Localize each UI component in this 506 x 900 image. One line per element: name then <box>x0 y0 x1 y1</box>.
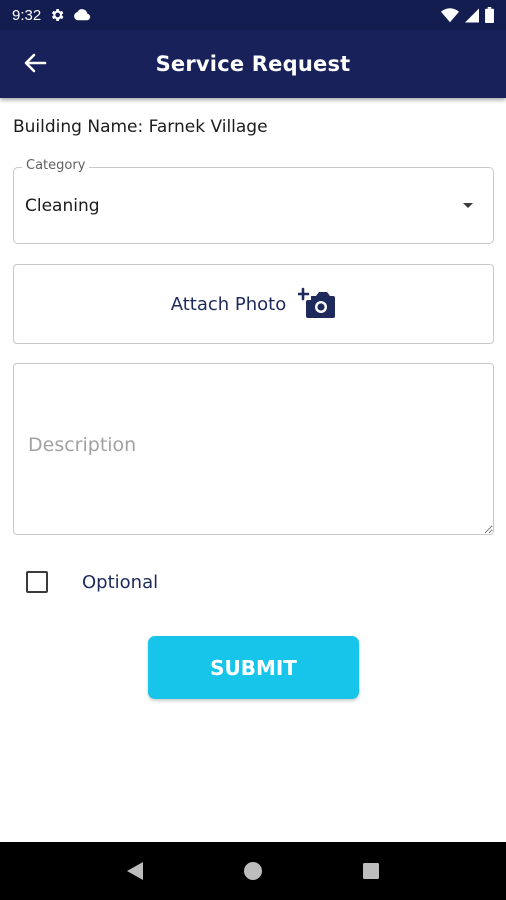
submit-button[interactable]: SUBMIT <box>148 636 359 699</box>
nav-home-button[interactable] <box>233 851 273 891</box>
nav-recents-icon <box>363 863 379 879</box>
category-value: Cleaning <box>25 196 100 216</box>
status-right <box>441 7 494 23</box>
nav-home-icon <box>244 862 262 880</box>
status-left: 9:32 <box>12 7 91 24</box>
nav-back-button[interactable] <box>115 851 155 891</box>
nav-recents-button[interactable] <box>351 851 391 891</box>
optional-checkbox[interactable] <box>26 571 48 593</box>
system-nav-bar <box>0 842 506 900</box>
building-name: Building Name: Farnek Village <box>13 117 268 137</box>
category-label: Category <box>22 158 90 173</box>
description-field[interactable] <box>13 363 494 535</box>
description-input[interactable] <box>14 364 493 534</box>
settings-icon <box>49 7 65 23</box>
status-bar: 9:32 <box>0 0 506 30</box>
page-title: Service Request <box>155 52 351 76</box>
status-time: 9:32 <box>12 6 42 24</box>
attach-photo-button[interactable]: Attach Photo <box>13 264 494 344</box>
cloud-icon <box>73 8 91 22</box>
wifi-icon <box>441 7 459 23</box>
nav-back-icon <box>127 862 143 880</box>
back-button[interactable] <box>18 50 52 80</box>
optional-label: Optional <box>82 571 159 593</box>
attach-photo-label: Attach Photo <box>170 293 287 315</box>
arrow-back-icon <box>23 52 47 78</box>
add-camera-icon <box>298 287 336 321</box>
category-dropdown[interactable]: Category Cleaning <box>13 158 494 244</box>
app-bar: Service Request <box>0 30 506 98</box>
signal-icon <box>465 8 479 23</box>
dropdown-arrow-icon <box>463 203 473 208</box>
optional-row: Optional <box>26 571 158 593</box>
battery-icon <box>485 7 494 23</box>
